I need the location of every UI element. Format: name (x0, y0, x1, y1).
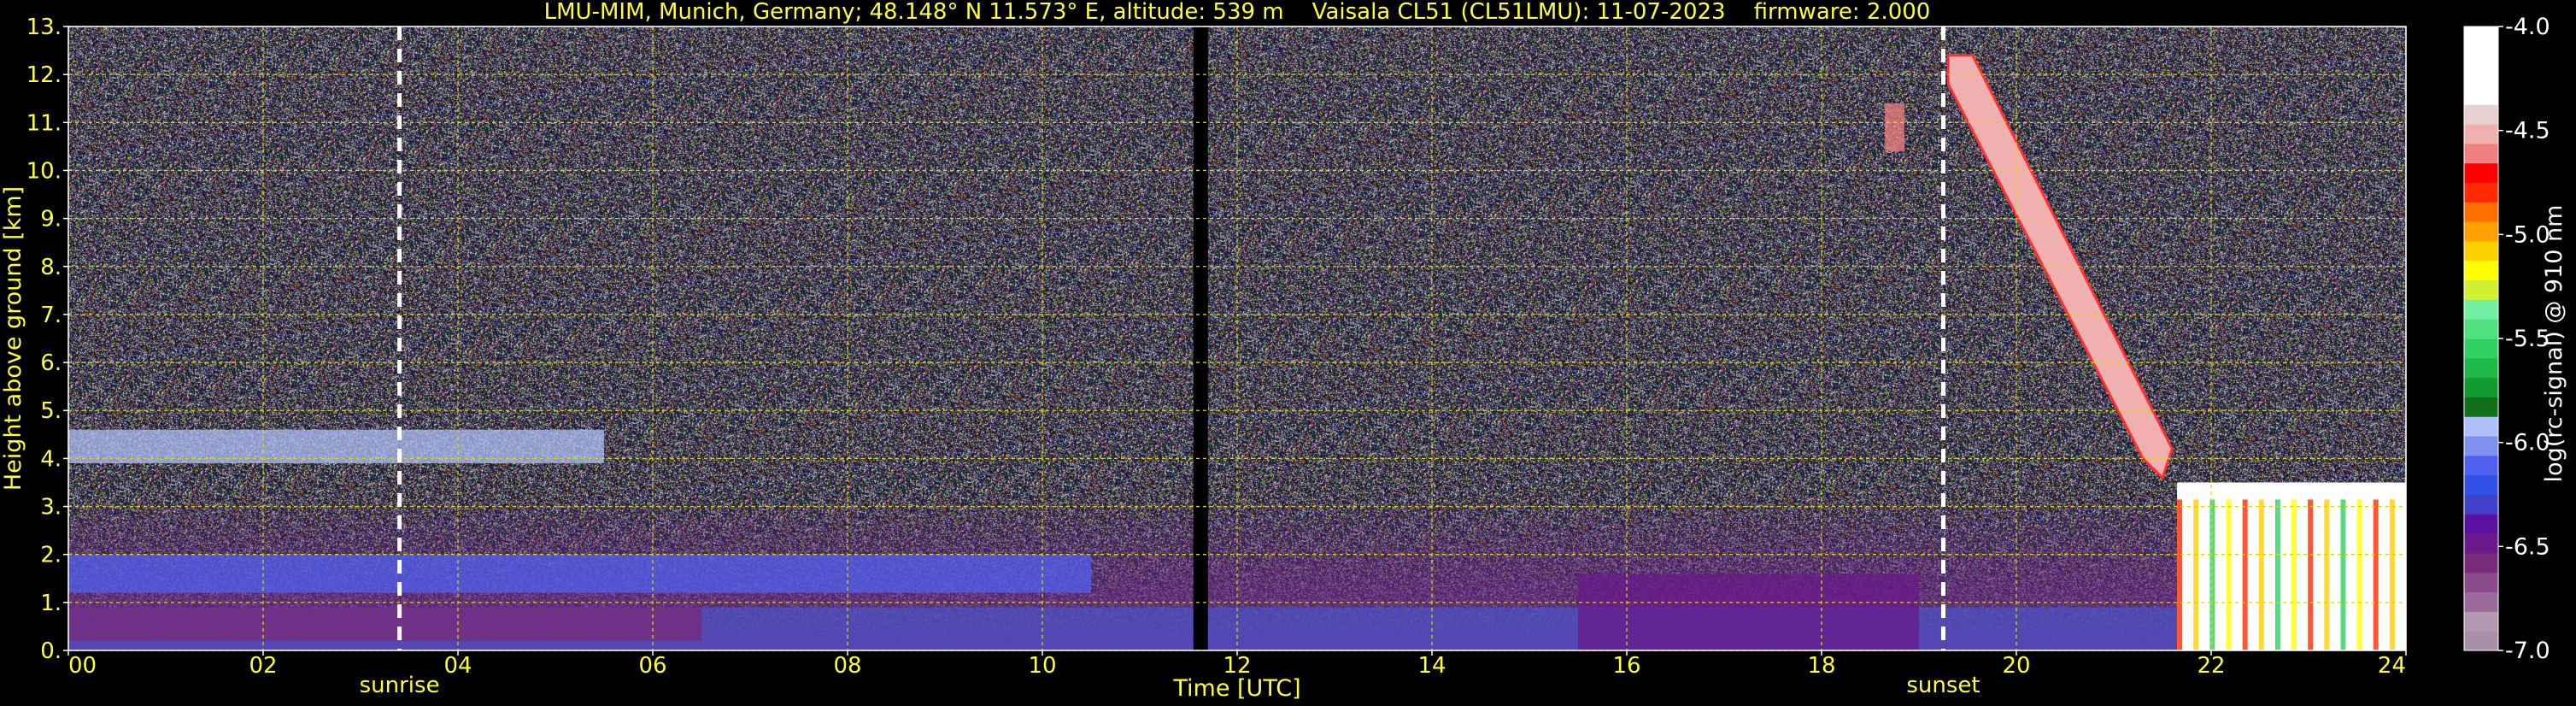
x-tick-label: 22 (2197, 653, 2225, 679)
x-tick-label: 02 (249, 653, 277, 679)
colorbar-swatch (2464, 45, 2498, 67)
colorbar-swatch (2464, 611, 2498, 632)
x-tick-label: 10 (1028, 653, 1056, 679)
colorbar-swatch (2464, 124, 2498, 144)
colorbar-swatch (2464, 319, 2498, 339)
colorbar-swatch (2464, 162, 2498, 183)
low-cloud-streak (2242, 499, 2248, 650)
colorbar-swatch (2464, 397, 2498, 417)
colorbar-swatch (2464, 416, 2498, 437)
colorbar-swatch (2464, 533, 2498, 554)
colorbar-tick-label: -6.5 (2505, 533, 2550, 560)
x-tick-label: 14 (1417, 653, 1446, 679)
low-cloud-streak (2340, 499, 2346, 650)
x-tick-label: 16 (1612, 653, 1640, 679)
low-cloud-streak (2356, 499, 2362, 650)
ceilometer-chart: LMU-MIM, Munich, Germany; 48.148° N 11.5… (0, 0, 2576, 706)
colorbar-swatch (2464, 377, 2498, 397)
chart-title: LMU-MIM, Munich, Germany; 48.148° N 11.5… (544, 0, 1931, 25)
low-cloud-streak (2308, 499, 2314, 650)
colorbar-swatch (2464, 572, 2498, 593)
colorbar-swatch (2464, 338, 2498, 359)
y-tick-label: 1. (40, 591, 62, 616)
y-tick-label: 11. (26, 110, 62, 136)
colorbar-swatch (2464, 299, 2498, 320)
x-tick-label: 04 (443, 653, 472, 679)
y-tick-label: 5. (40, 398, 62, 424)
low-cloud-streak (2373, 499, 2379, 650)
colorbar-swatch (2464, 474, 2498, 495)
x-tick-label: 06 (638, 653, 666, 679)
feature-near-ground-layer (68, 607, 701, 641)
data-gap (1193, 26, 1208, 650)
low-cloud-streak (2324, 499, 2330, 650)
y-tick-label: 13. (26, 15, 62, 40)
colorbar-swatch (2464, 436, 2498, 456)
feature-aerosol-layer (68, 554, 1091, 593)
colorbar-swatch (2464, 221, 2498, 242)
colorbar-swatch (2464, 494, 2498, 515)
y-tick-label: 2. (40, 543, 62, 568)
low-cloud-streak (2274, 499, 2280, 650)
colorbar-swatch (2464, 240, 2498, 262)
x-tick-label: 24 (2378, 653, 2406, 679)
colorbar-swatch (2464, 26, 2498, 47)
y-tick-label: 12. (26, 62, 62, 88)
low-cloud-streak (2177, 499, 2183, 650)
feature-cirrus-fragment (1885, 103, 1904, 151)
y-axis-label: Height above ground [km] (0, 186, 26, 491)
low-cloud-streak (2209, 499, 2215, 650)
low-cloud-streak (2226, 499, 2232, 650)
colorbar-swatch (2464, 591, 2498, 612)
event-label-sunset: sunset (1906, 673, 1980, 698)
y-tick-label: 0. (40, 638, 62, 664)
colorbar-swatch (2464, 182, 2498, 203)
feature-boundary-layer (1578, 574, 1919, 650)
low-cloud-streak (2258, 499, 2264, 650)
x-axis-label: Time [UTC] (1172, 675, 1300, 702)
colorbar-tick-label: -4.5 (2505, 118, 2550, 144)
colorbar-tick-label: -4.0 (2505, 14, 2550, 40)
colorbar-swatch (2464, 104, 2498, 125)
y-tick-label: 10. (26, 158, 62, 184)
y-tick-label: 4. (40, 446, 62, 472)
colorbar-swatch (2464, 455, 2498, 476)
y-tick-label: 7. (40, 303, 62, 328)
y-tick-label: 8. (40, 255, 62, 280)
colorbar-swatch (2464, 631, 2498, 651)
low-cloud-streak (2389, 499, 2395, 650)
colorbar-swatch (2464, 65, 2498, 85)
colorbar-swatch (2464, 552, 2498, 574)
low-cloud-streak (2193, 499, 2199, 650)
colorbar-tick-label: -7.0 (2505, 638, 2550, 664)
colorbar-swatch (2464, 260, 2498, 281)
colorbar-swatch (2464, 143, 2498, 164)
x-tick-label: 20 (2002, 653, 2030, 679)
colorbar-swatch (2464, 202, 2498, 222)
x-tick-label: 00 (68, 653, 97, 679)
y-tick-label: 3. (40, 495, 62, 521)
colorbar-label: log(rc-signal) @ 910 nm (2541, 205, 2567, 483)
x-tick-label: 08 (833, 653, 861, 679)
colorbar-swatch (2464, 279, 2498, 300)
colorbar-swatch (2464, 357, 2498, 379)
colorbar-swatch (2464, 85, 2498, 105)
y-tick-label: 6. (40, 350, 62, 376)
colorbar-swatch (2464, 514, 2498, 534)
event-label-sunrise: sunrise (360, 673, 440, 698)
x-tick-label: 18 (1807, 653, 1835, 679)
low-cloud-streak (2291, 499, 2297, 650)
y-tick-label: 9. (40, 207, 62, 232)
